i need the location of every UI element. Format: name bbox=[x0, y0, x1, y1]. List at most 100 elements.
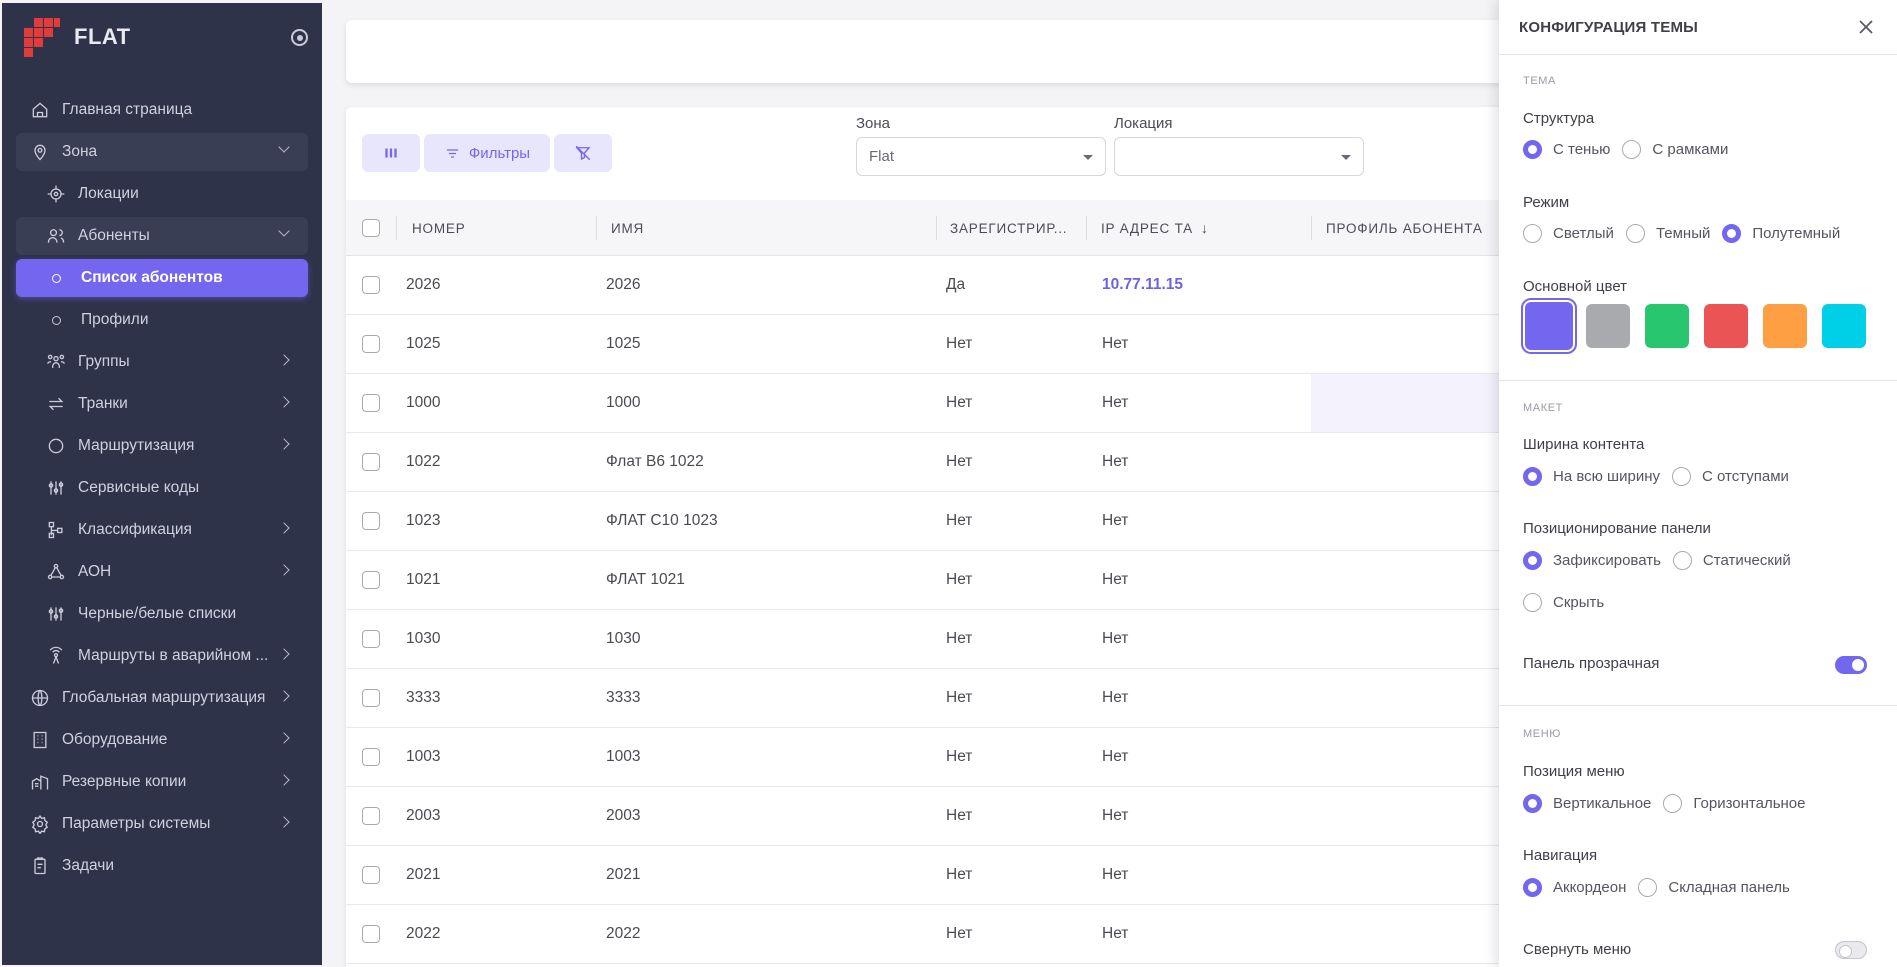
table-row[interactable]: 2021 2021 Нет Нет bbox=[346, 846, 1506, 905]
width-full-radio[interactable]: На всю ширину bbox=[1523, 467, 1660, 486]
col-profile[interactable]: ПРОФИЛЬ АБОНЕНТА bbox=[1326, 200, 1483, 256]
sidebar-item-profiles[interactable]: Профили bbox=[16, 301, 308, 339]
color-swatch[interactable] bbox=[1822, 304, 1866, 348]
mode-label: Режим bbox=[1523, 194, 1570, 211]
menu-horizontal-radio[interactable]: Горизонтальное bbox=[1663, 794, 1806, 813]
col-number[interactable]: НОМЕР bbox=[412, 200, 466, 256]
mode-dark-radio[interactable]: Темный bbox=[1625, 224, 1710, 243]
color-swatch[interactable] bbox=[1521, 298, 1577, 354]
table-row[interactable]: 2003 2003 Нет Нет bbox=[346, 787, 1506, 846]
row-checkbox[interactable] bbox=[362, 512, 380, 530]
radio-label: Скрыть bbox=[1553, 594, 1605, 611]
color-swatch[interactable] bbox=[1645, 304, 1689, 348]
location-select[interactable] bbox=[1114, 137, 1364, 176]
menu-vertical-radio[interactable]: Вертикальное bbox=[1523, 794, 1651, 813]
row-checkbox[interactable] bbox=[362, 394, 380, 412]
close-button[interactable] bbox=[1857, 18, 1875, 36]
row-checkbox[interactable] bbox=[362, 925, 380, 943]
row-checkbox[interactable] bbox=[362, 276, 380, 294]
structure-shadow-radio[interactable]: С тенью bbox=[1523, 140, 1610, 159]
col-ip-address-label: IP АДРЕС ТА bbox=[1101, 220, 1193, 236]
sidebar-pin-icon[interactable] bbox=[291, 29, 308, 46]
cell-ip-address: Нет bbox=[1102, 394, 1129, 411]
nav-collapsible-radio[interactable]: Складная панель bbox=[1638, 878, 1790, 897]
cell-registered: Нет bbox=[946, 394, 973, 411]
sidebar-item-trunks[interactable]: Транки bbox=[16, 385, 308, 423]
row-checkbox[interactable] bbox=[362, 689, 380, 707]
row-checkbox[interactable] bbox=[362, 748, 380, 766]
row-checkbox[interactable] bbox=[362, 866, 380, 884]
table-row[interactable]: 2026 2026 Да 10.77.11.15 bbox=[346, 256, 1506, 315]
sidebar-item-global-routing[interactable]: Глобальная маршрутизация bbox=[16, 679, 308, 717]
cell-ip-address[interactable]: 10.77.11.15 bbox=[1102, 256, 1183, 314]
cell-ip-address: Нет bbox=[1102, 689, 1129, 706]
navbar-fixed-radio[interactable]: Зафиксировать bbox=[1523, 551, 1661, 570]
row-checkbox-cell bbox=[362, 728, 380, 786]
brand[interactable]: FLAT bbox=[2, 3, 322, 71]
sidebar-item-home[interactable]: Главная страница bbox=[16, 91, 308, 129]
structure-bordered-radio[interactable]: С рамками bbox=[1622, 140, 1728, 159]
sidebar-item-routing[interactable]: Маршрутизация bbox=[16, 427, 308, 465]
transparent-navbar-toggle[interactable] bbox=[1835, 656, 1867, 674]
navigation-label: Навигация bbox=[1523, 847, 1598, 864]
sidebar-item-locations[interactable]: Локации bbox=[16, 175, 308, 213]
table-row[interactable]: 1023 ФЛАТ С10 1023 Нет Нет bbox=[346, 492, 1506, 551]
navbar-static-radio[interactable]: Статический bbox=[1672, 551, 1791, 570]
row-checkbox[interactable] bbox=[362, 453, 380, 471]
radio-checked bbox=[1523, 140, 1542, 159]
sidebar-item-equipment[interactable]: Оборудование bbox=[16, 721, 308, 759]
table-row[interactable]: 1000 1000 Нет Нет bbox=[346, 374, 1506, 433]
sidebar-item-label: Оборудование bbox=[62, 731, 168, 748]
sidebar-item-backups[interactable]: Резервные копии bbox=[16, 763, 308, 801]
sidebar-item-classification[interactable]: Классификация bbox=[16, 511, 308, 549]
zone-select[interactable]: Flat bbox=[856, 137, 1106, 176]
color-swatch[interactable] bbox=[1704, 304, 1748, 348]
table-row[interactable]: 3333 3333 Нет Нет bbox=[346, 669, 1506, 728]
col-name[interactable]: ИМЯ bbox=[611, 200, 644, 256]
chevron-right-icon bbox=[278, 396, 290, 408]
sidebar-item-black-white-lists[interactable]: Черные/белые списки bbox=[16, 595, 308, 633]
nav-accordion-radio[interactable]: Аккордеон bbox=[1523, 878, 1626, 897]
sidebar-item-service-codes[interactable]: Сервисные коды bbox=[16, 469, 308, 507]
sidebar-item-aon[interactable]: АОН bbox=[16, 553, 308, 591]
chevron-right-icon bbox=[278, 648, 290, 660]
cell-registered: Нет bbox=[946, 748, 973, 765]
columns-button[interactable] bbox=[362, 134, 420, 172]
section-menu: Меню bbox=[1523, 728, 1561, 740]
table-row[interactable]: 1003 1003 Нет Нет bbox=[346, 728, 1506, 787]
row-checkbox-cell bbox=[362, 551, 380, 609]
sidebar-item-groups[interactable]: Группы bbox=[16, 343, 308, 381]
radio-label: Зафиксировать bbox=[1553, 552, 1661, 569]
sidebar-item-tasks[interactable]: Задачи bbox=[16, 847, 308, 885]
clear-filters-button[interactable] bbox=[554, 134, 612, 172]
color-swatch[interactable] bbox=[1763, 304, 1807, 348]
navigation-options: Аккордеон Складная панель bbox=[1523, 878, 1802, 897]
mode-light-radio[interactable]: Светлый bbox=[1523, 224, 1614, 243]
width-boxed-radio[interactable]: С отступами bbox=[1671, 467, 1789, 486]
col-registered[interactable]: ЗАРЕГИСТРИР... bbox=[950, 200, 1067, 256]
sidebar-item-system-params[interactable]: Параметры системы bbox=[16, 805, 308, 843]
table-row[interactable]: 1025 1025 Нет Нет bbox=[346, 315, 1506, 374]
circle-icon bbox=[46, 436, 66, 456]
filters-button[interactable]: Фильтры bbox=[424, 134, 550, 172]
table-row[interactable]: 1030 1030 Нет Нет bbox=[346, 610, 1506, 669]
row-checkbox[interactable] bbox=[362, 571, 380, 589]
sidebar-item-subscribers[interactable]: Абоненты bbox=[16, 217, 308, 255]
triangle-nodes-icon bbox=[46, 562, 66, 582]
row-checkbox[interactable] bbox=[362, 335, 380, 353]
select-all-checkbox[interactable] bbox=[362, 219, 380, 237]
table-row[interactable]: 1022 Флат В6 1022 Нет Нет bbox=[346, 433, 1506, 492]
table-row[interactable]: 2022 2022 Нет Нет bbox=[346, 905, 1506, 964]
sidebar-item-subscriber-list[interactable]: Список абонентов bbox=[16, 259, 308, 297]
row-checkbox[interactable] bbox=[362, 807, 380, 825]
sidebar-item-zone[interactable]: Зона bbox=[16, 133, 308, 171]
color-swatch[interactable] bbox=[1586, 304, 1630, 348]
navbar-hidden-radio[interactable]: Скрыть bbox=[1523, 593, 1604, 612]
row-checkbox[interactable] bbox=[362, 630, 380, 648]
collapse-menu-toggle[interactable] bbox=[1835, 941, 1867, 959]
col-ip-address[interactable]: IP АДРЕС ТА ↓ bbox=[1101, 200, 1209, 256]
mode-semidark-radio[interactable]: Полутемный bbox=[1722, 224, 1840, 243]
sidebar-item-emergency-routes[interactable]: Маршруты в аварийном ... bbox=[16, 637, 308, 675]
table-row[interactable]: 1021 ФЛАТ 1021 Нет Нет bbox=[346, 551, 1506, 610]
radio-checked bbox=[1523, 467, 1542, 486]
